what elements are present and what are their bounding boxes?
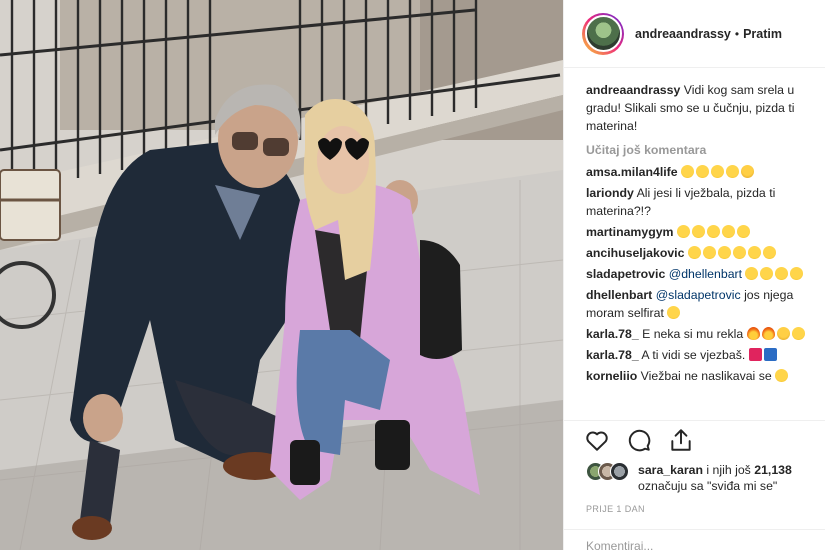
comment: amsa.milan4life — [586, 163, 824, 181]
load-more-comments-button[interactable]: Učitaj još komentara — [586, 143, 824, 157]
likes-middle: i njih još — [702, 463, 755, 477]
fire-emoji-icon — [761, 327, 775, 340]
comment-username[interactable]: amsa.milan4life — [586, 165, 678, 179]
follow-button[interactable]: Pratim — [743, 27, 782, 41]
comment: dhellenbart @sladapetrovic jos njega mor… — [586, 286, 824, 322]
hide-emoji-icon — [776, 327, 790, 340]
laugh-emoji-icon — [790, 267, 804, 280]
photo-illustration — [0, 0, 563, 550]
heart-icon[interactable] — [584, 427, 610, 453]
likes-count[interactable]: 21,138 — [754, 463, 792, 477]
comment-emoji — [775, 369, 790, 383]
comment-emoji — [746, 327, 807, 341]
comment-emoji — [676, 225, 752, 239]
comment-username[interactable]: sladapetrovic — [586, 267, 665, 281]
share-icon[interactable] — [668, 427, 694, 453]
add-comment-field[interactable]: Komentiraj... — [564, 529, 825, 550]
laugh-emoji-icon — [717, 246, 731, 259]
comment-emoji — [667, 306, 682, 320]
laugh-emoji-icon — [696, 165, 710, 178]
likes-text: sara_karan i njih još 21,138 označuju sa… — [638, 462, 792, 494]
laugh-emoji-icon — [747, 246, 761, 259]
comment: karla.78_ E neka si mu rekla — [586, 325, 824, 343]
header-separator: • — [734, 26, 740, 41]
comment-emoji — [687, 246, 778, 260]
laugh-emoji-icon — [775, 369, 789, 382]
laugh-emoji-icon — [711, 165, 725, 178]
laugh-emoji-icon — [667, 306, 681, 319]
action-icons — [584, 427, 694, 453]
post-caption: andreaandrassy Vidi kog sam srela u grad… — [586, 81, 824, 135]
header-username[interactable]: andreaandrassy — [635, 27, 731, 41]
comment-emoji — [681, 165, 756, 179]
blue-emoji-icon — [763, 348, 777, 361]
comment-mention[interactable]: @sladapetrovic — [656, 288, 741, 302]
comment-emoji — [745, 267, 805, 281]
comment: ancihuseljakovic — [586, 244, 824, 262]
comment-text: E neka si mu rekla — [642, 327, 744, 341]
laugh-emoji-icon — [736, 225, 750, 238]
hide-emoji-icon — [741, 165, 755, 178]
comment: lariondy Ali jesi li vježbala, pizda ti … — [586, 184, 824, 220]
laugh-emoji-icon — [791, 327, 805, 340]
instagram-post: andreaandrassy • Pratim andreaandrassy V… — [0, 0, 825, 550]
comment-emoji — [748, 348, 779, 362]
laugh-emoji-icon — [691, 225, 705, 238]
fire-emoji-icon — [746, 327, 760, 340]
post-photo[interactable] — [0, 0, 563, 550]
comment-username[interactable]: ancihuseljakovic — [586, 246, 684, 260]
likes-summary[interactable]: sara_karan i njih još 21,138 označuju sa… — [586, 462, 792, 494]
post-sidebar: andreaandrassy • Pratim andreaandrassy V… — [563, 0, 825, 550]
comment-icon[interactable] — [626, 427, 652, 453]
laugh-emoji-icon — [676, 225, 690, 238]
liker-avatar — [610, 462, 629, 481]
laugh-emoji-icon — [745, 267, 759, 280]
comment-text: Viežbai ne naslikavai se — [640, 369, 772, 383]
comment-username[interactable]: karla.78_ — [586, 348, 639, 362]
comment-username[interactable]: korneliio — [586, 369, 637, 383]
avatar-image — [584, 15, 622, 52]
heart-emoji-icon — [748, 348, 762, 361]
comment-username[interactable]: dhellenbart — [586, 288, 652, 302]
laugh-emoji-icon — [762, 246, 776, 259]
comment-text: A ti vidi se vjezbaš. — [641, 348, 746, 362]
likers-avatars — [586, 462, 630, 482]
laugh-emoji-icon — [706, 225, 720, 238]
comment: karla.78_ A ti vidi se vjezbaš. — [586, 346, 824, 364]
add-comment-placeholder: Komentiraj... — [586, 539, 654, 550]
caption-username[interactable]: andreaandrassy — [586, 83, 680, 97]
laugh-emoji-icon — [726, 165, 740, 178]
laugh-emoji-icon — [681, 165, 695, 178]
comments-list[interactable]: andreaandrassy Vidi kog sam srela u grad… — [586, 78, 824, 418]
comment: korneliio Viežbai ne naslikavai se — [586, 367, 824, 385]
post-actions: sara_karan i njih još 21,138 označuju sa… — [564, 420, 825, 540]
likes-suffix: označuju sa "sviđa mi se" — [638, 479, 778, 493]
comment-username[interactable]: martinamygym — [586, 225, 673, 239]
laugh-emoji-icon — [775, 267, 789, 280]
post-header: andreaandrassy • Pratim — [564, 0, 825, 68]
laugh-emoji-icon — [732, 246, 746, 259]
post-timestamp[interactable]: PRIJE 1 DAN — [586, 504, 645, 514]
comment: martinamygym — [586, 223, 824, 241]
comment-username[interactable]: karla.78_ — [586, 327, 639, 341]
comment-username[interactable]: lariondy — [586, 186, 634, 200]
comment: sladapetrovic @dhellenbart — [586, 265, 824, 283]
laugh-emoji-icon — [721, 225, 735, 238]
first-liker[interactable]: sara_karan — [638, 463, 703, 477]
laugh-emoji-icon — [687, 246, 701, 259]
profile-avatar[interactable] — [582, 12, 624, 55]
laugh-emoji-icon — [760, 267, 774, 280]
laugh-emoji-icon — [702, 246, 716, 259]
comment-mention[interactable]: @dhellenbart — [669, 267, 742, 281]
